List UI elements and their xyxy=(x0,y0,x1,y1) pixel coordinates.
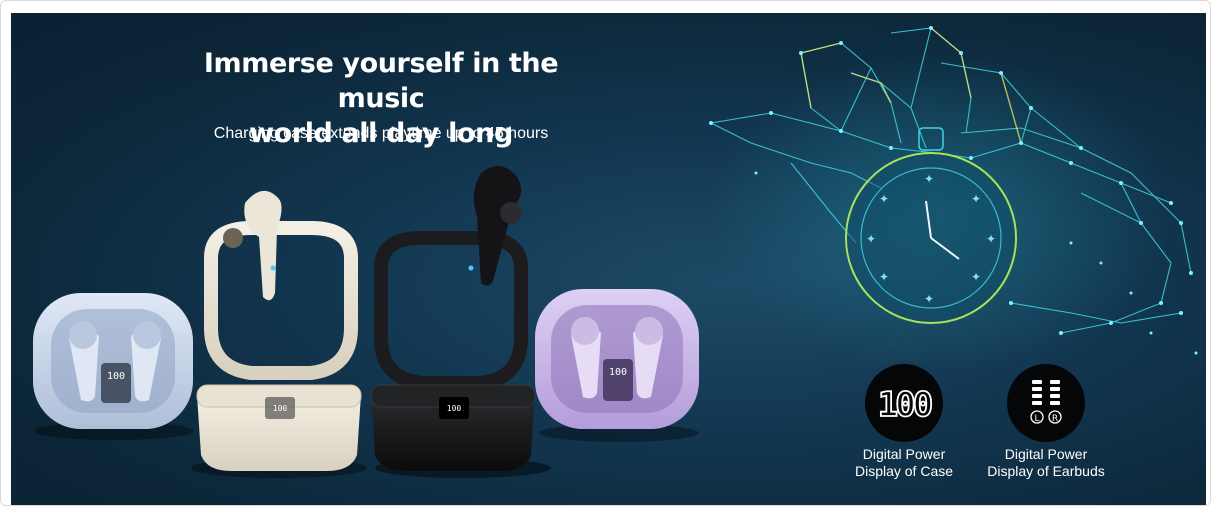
svg-text:L: L xyxy=(1034,414,1039,424)
svg-text:100: 100 xyxy=(878,385,932,425)
digital-100-display-icon: 100 xyxy=(877,384,936,426)
earbuds-product-group: 100 100 100 100 xyxy=(33,165,699,478)
svg-text:100: 100 xyxy=(107,371,125,382)
earbuds-display-caption: Digital Power Display of Earbuds xyxy=(971,446,1121,480)
case-display-caption: Digital Power Display of Case xyxy=(829,446,979,480)
earbuds-display-badge: L R xyxy=(1007,364,1085,442)
case-caption-line-1: Digital Power xyxy=(862,446,946,462)
product-banner: ✦ ✦ ✦ ✦ ✦ ✦ ✦ ✦ 100 100 100 100 Immerse … xyxy=(11,13,1206,505)
svg-text:100: 100 xyxy=(273,404,288,413)
earbuds-caption-line-2: Display of Earbuds xyxy=(987,463,1105,479)
svg-text:✦: ✦ xyxy=(971,192,981,206)
svg-text:100: 100 xyxy=(447,404,462,413)
light-blue-earbuds-case: 100 xyxy=(33,293,194,440)
svg-text:✦: ✦ xyxy=(866,232,876,246)
black-earbuds-case: 100 xyxy=(370,165,551,478)
svg-text:R: R xyxy=(1052,414,1058,424)
earbud-battery-bars-icon: L R xyxy=(1030,380,1062,424)
purple-earbuds-case: 100 xyxy=(535,289,699,442)
svg-text:✦: ✦ xyxy=(986,232,996,246)
earbuds-caption-line-1: Digital Power xyxy=(1004,446,1088,462)
svg-text:✦: ✦ xyxy=(924,172,934,186)
case-display-badge: 100 xyxy=(865,364,943,442)
svg-text:✦: ✦ xyxy=(971,270,981,284)
svg-text:✦: ✦ xyxy=(879,192,889,206)
banner-subheadline: Charging case extends playtime up to 45 … xyxy=(213,125,549,142)
case-caption-line-2: Display of Case xyxy=(854,463,954,479)
svg-text:✦: ✦ xyxy=(924,292,934,306)
network-hand-illustration: ✦ ✦ ✦ ✦ ✦ ✦ ✦ ✦ xyxy=(709,26,1198,373)
headline-line-1: Immerse yourself in the music xyxy=(203,48,559,114)
svg-text:✦: ✦ xyxy=(879,270,889,284)
svg-text:100: 100 xyxy=(609,367,627,378)
beige-earbuds-case: 100 xyxy=(191,190,367,478)
